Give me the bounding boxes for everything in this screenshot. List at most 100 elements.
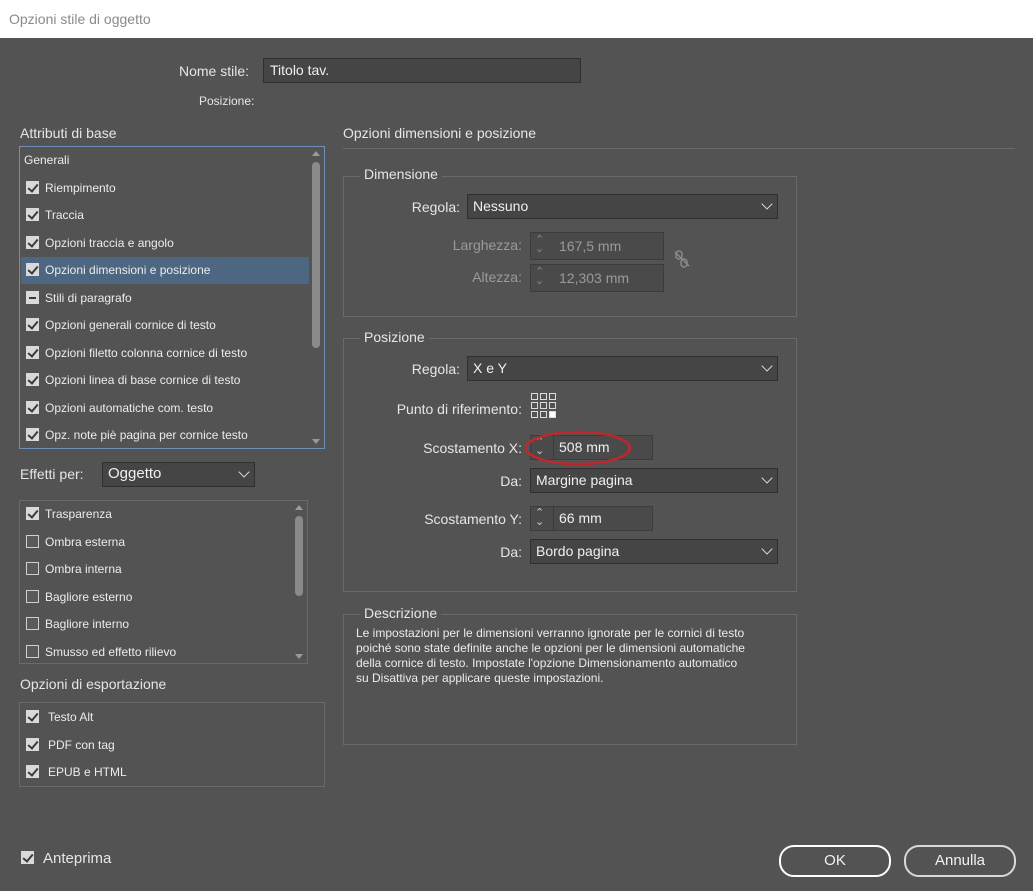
from-y-select[interactable]: Bordo pagina [530,539,778,564]
ref-point-middle-right[interactable] [549,402,556,409]
list-item-label: Opzioni traccia e angolo [45,235,174,250]
size-rule-select[interactable]: Nessuno [467,194,778,219]
checkbox-icon[interactable] [26,208,39,221]
ref-point-center[interactable] [540,402,547,409]
scroll-up-arrow-icon[interactable] [312,151,320,156]
effects-scrollbar[interactable] [292,502,306,662]
width-field[interactable]: ⌃ ⌄ 167,5 mm [530,232,664,260]
checkbox-icon[interactable] [26,710,39,723]
checkbox-icon[interactable] [26,318,39,331]
ref-point-top-left[interactable] [531,393,538,400]
mixed-checkbox-icon[interactable] [26,290,39,304]
ref-point-bottom-center[interactable] [540,411,547,418]
checkbox-icon[interactable] [26,180,39,194]
basic-attributes-heading: Attributi di base [20,125,117,141]
list-item[interactable]: Stili di paragrafo [21,285,309,312]
checkbox-icon[interactable] [26,235,39,249]
scroll-thumb[interactable] [295,516,303,596]
effect-item[interactable]: Smusso ed effetto rilievo [21,639,291,666]
effect-item[interactable]: Trasparenza [21,501,291,528]
checkbox-icon[interactable] [26,617,39,630]
effects-select[interactable]: Oggetto [102,462,255,487]
position-rule-select[interactable]: X e Y [467,356,778,381]
ref-point-middle-left[interactable] [531,402,538,409]
stepper-icon[interactable]: ⌃ ⌄ [535,235,544,255]
export-list: Testo Alt PDF con tag EPUB e HTML [19,702,325,787]
list-item[interactable]: Traccia [21,202,309,229]
style-name-input[interactable]: Titolo tav. [263,58,581,83]
list-item[interactable]: Opzioni automatiche com. testo [21,395,309,422]
ref-point-bottom-left[interactable] [531,411,538,418]
ref-point-top-right[interactable] [549,393,556,400]
export-item[interactable]: Testo Alt [21,704,321,731]
export-item[interactable]: EPUB e HTML [21,759,321,786]
window-title-bar: Opzioni stile di oggetto [0,0,1033,38]
effect-item[interactable]: Ombra esterna [21,529,291,556]
scroll-down-arrow-icon[interactable] [295,654,303,659]
from-y-value: Bordo pagina [536,543,620,559]
list-item-label: Opzioni generali cornice di testo [45,318,216,332]
checkbox-icon[interactable] [26,765,39,778]
list-item[interactable]: Riempimento [21,175,309,202]
position-legend: Posizione [360,329,429,345]
checkbox-icon[interactable] [26,400,39,414]
checkbox-icon[interactable] [26,507,39,520]
export-item[interactable]: PDF con tag [21,732,321,759]
stepper-icon[interactable]: ⌃ ⌄ [535,508,544,528]
ref-point-top-center[interactable] [540,393,547,400]
export-item-label: Testo Alt [48,710,94,724]
list-item-label: Generali [24,153,70,167]
ok-button[interactable]: OK [779,845,891,877]
list-item[interactable]: Opz. note piè pagina per cornice testo [21,422,309,449]
cancel-button[interactable]: Annulla [904,845,1016,877]
preview-checkbox[interactable]: Anteprima [20,850,220,870]
effects-select-value: Oggetto [108,465,162,482]
checkbox-icon[interactable] [26,345,39,359]
checkbox-icon[interactable] [26,373,39,386]
checkbox-icon[interactable] [26,263,39,276]
preview-check-icon[interactable] [21,851,34,864]
reference-point-grid[interactable] [531,393,556,418]
scroll-up-arrow-icon[interactable] [295,505,303,510]
from-x-value: Margine pagina [536,472,633,488]
scroll-thumb[interactable] [312,162,320,348]
size-rule-value: Nessuno [473,198,529,214]
stepper-icon[interactable]: ⌃ ⌄ [535,267,544,287]
list-item[interactable]: Opzioni generali cornice di testo [21,312,309,339]
scroll-down-arrow-icon[interactable] [312,439,320,444]
effect-item[interactable]: Bagliore esterno [21,584,291,611]
checkbox-icon[interactable] [26,737,39,751]
height-label: Altezza: [472,269,522,285]
description-legend: Descrizione [360,605,442,621]
from-x-select[interactable]: Margine pagina [530,468,778,493]
ref-point-bottom-right[interactable] [549,411,556,418]
width-label: Larghezza: [452,237,522,253]
offset-y-label: Scostamento Y: [424,511,522,527]
effect-item[interactable]: Bagliore interno [21,611,291,638]
effect-item[interactable]: Ombra interna [21,556,291,583]
list-item-label: Opzioni linea di base cornice di testo [45,373,241,387]
checkbox-icon[interactable] [26,534,39,548]
list-item-label: Opzioni automatiche com. testo [45,400,214,415]
offset-y-field[interactable]: ⌃ ⌄ 66 mm [530,506,653,531]
constrain-proportions-link-icon[interactable] [673,250,691,268]
chevron-down-icon [238,466,250,478]
window-title: Opzioni stile di oggetto [9,11,151,27]
list-item[interactable]: Opzioni linea di base cornice di testo [21,367,309,394]
checkbox-icon[interactable] [26,562,39,575]
list-item[interactable]: Opzioni dimensioni e posizione [21,257,309,284]
effect-item-label: Ombra esterna [45,534,126,549]
list-item[interactable]: Generali [21,147,309,174]
list-item-label: Opzioni dimensioni e posizione [45,263,211,277]
effects-label: Effetti per: [20,466,84,482]
offset-x-label: Scostamento X: [423,440,522,456]
position-rule-label: Regola: [411,361,460,377]
list-item[interactable]: Opzioni traccia e angolo [21,230,309,257]
checkbox-icon[interactable] [26,644,39,658]
checkbox-icon[interactable] [26,589,39,603]
height-field[interactable]: ⌃ ⌄ 12,303 mm [530,264,664,292]
checkbox-icon[interactable] [26,428,39,441]
basic-attributes-scrollbar[interactable] [309,148,323,447]
list-item[interactable]: Opzioni filetto colonna cornice di testo [21,340,309,367]
export-item-label: PDF con tag [48,737,115,752]
